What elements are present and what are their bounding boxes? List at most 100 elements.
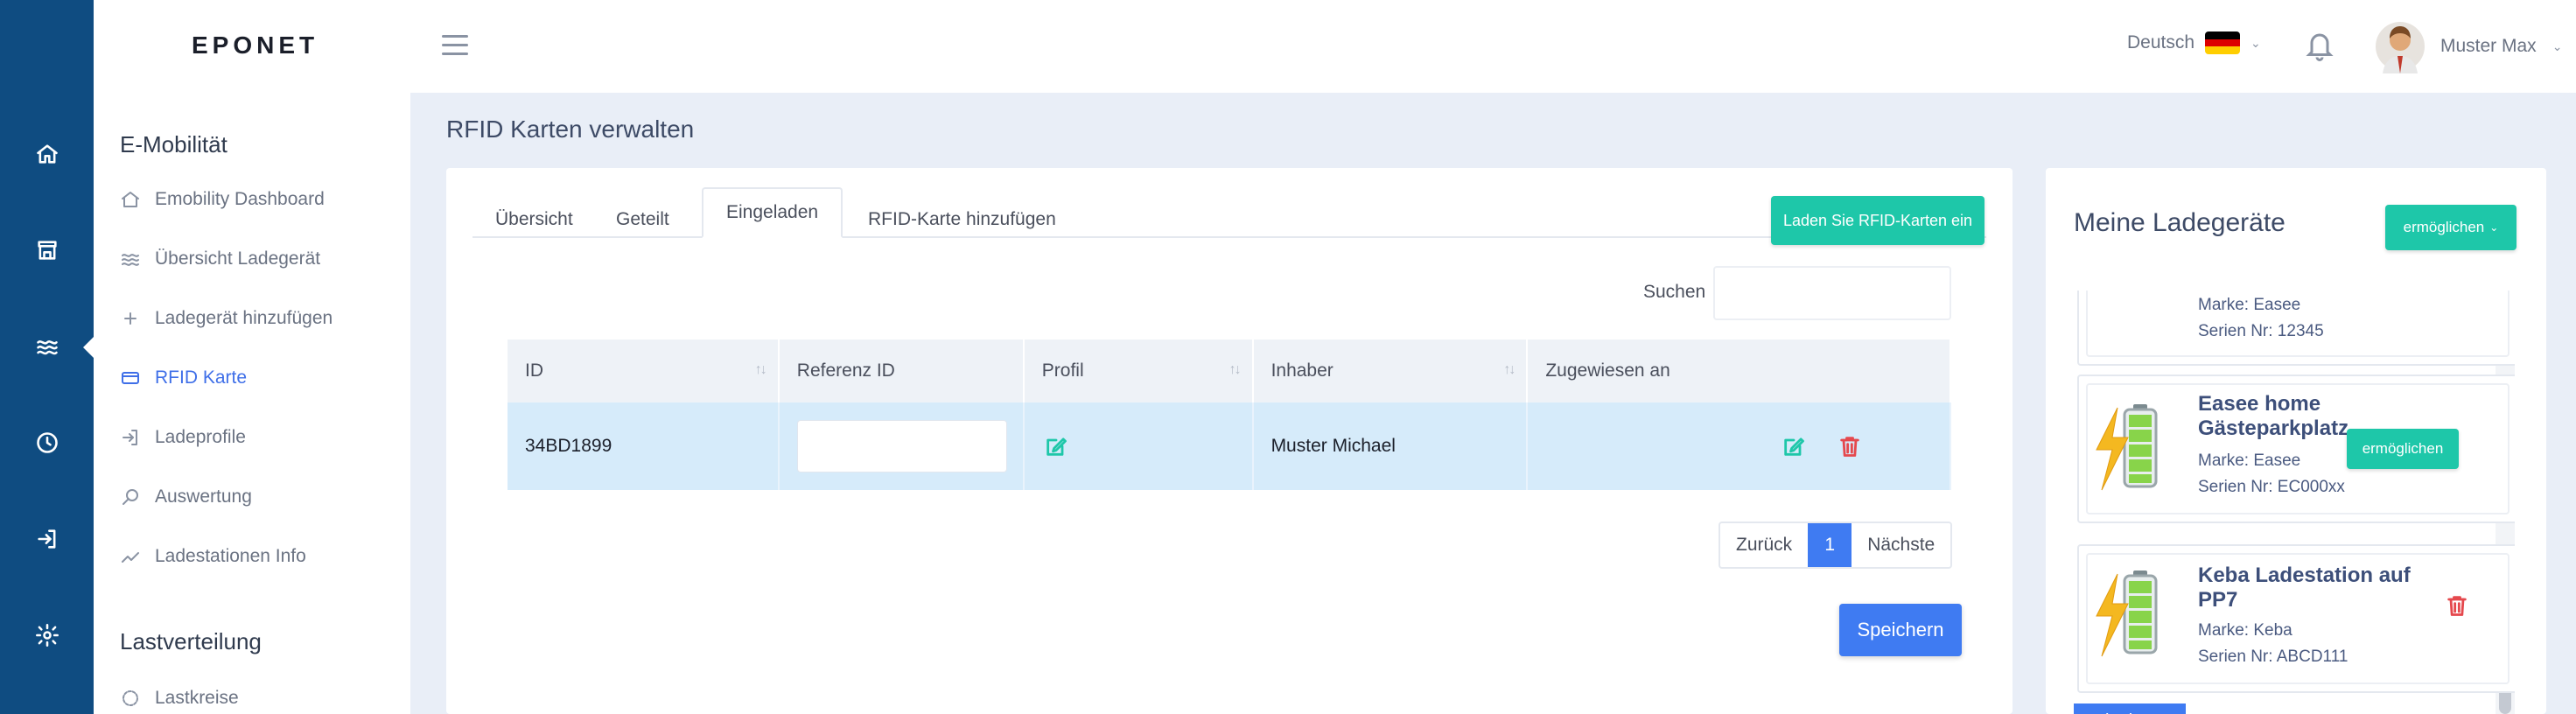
column-header-owner[interactable]: Inhaber ↑↓ [1252, 340, 1529, 402]
charger-serial: Serien Nr: EC000xx [2198, 478, 2345, 496]
settings-icon[interactable] [0, 609, 94, 662]
enable-dropdown-button[interactable]: ermöglichen ⌄ [2385, 205, 2516, 250]
brand-logo[interactable]: EPONET [192, 32, 318, 60]
charger-name: Keba Ladestation auf PP7 [2198, 564, 2411, 612]
column-header-assigned-to: Zugewiesen an [1527, 340, 1951, 402]
charger-card[interactable]: Easee home Gästeparkplatz Marke: Easee S… [2077, 374, 2515, 523]
rfid-table: ID ↑↓ Referenz ID Profil ↑↓ Inhaber ↑↓ Zuge… [508, 340, 1951, 490]
chart-line-icon [122, 552, 139, 563]
waves-icon[interactable] [0, 320, 94, 373]
search-input[interactable] [1713, 266, 1951, 320]
sidebar-item-add-charger[interactable]: Ladegerät hinzufügen [120, 301, 332, 336]
charger-serial: Serien Nr: 12345 [2198, 322, 2324, 340]
table-row: 34BD1899 Muster Michael [508, 402, 1951, 490]
trash-icon[interactable] [1836, 432, 1864, 460]
clock-icon[interactable] [0, 416, 94, 469]
pagination-prev[interactable]: Zurück [1720, 523, 1808, 567]
top-bar: Deutsch ⌄ Muster Max ⌄ [410, 0, 2576, 93]
plus-icon [124, 312, 136, 325]
sort-icon[interactable]: ↑↓ [1503, 362, 1516, 378]
sidebar-item-charger-overview[interactable]: Übersicht Ladegerät [120, 242, 320, 276]
charger-serial: Serien Nr: ABCD111 [2198, 648, 2348, 666]
table-header-row: ID ↑↓ Referenz ID Profil ↑↓ Inhaber ↑↓ Zuge… [508, 340, 1951, 402]
sidebar-item-label: Ladegerät hinzufügen [155, 308, 333, 328]
waves-icon [122, 254, 139, 266]
pagination-next[interactable]: Nächste [1852, 523, 1950, 567]
sidebar-item-station-info[interactable]: Ladestationen Info [120, 539, 306, 574]
trash-icon[interactable] [2443, 592, 2471, 620]
section-title-emobility: E-Mobilität [120, 131, 228, 158]
sidebar: EPONET E-Mobilität Emobility Dashboard Ü… [94, 0, 410, 714]
bell-icon[interactable] [2304, 28, 2335, 63]
rfid-card-panel: Übersicht Geteilt Eingeladen RFID-Karte … [446, 168, 2012, 714]
sidebar-item-label: Emobility Dashboard [155, 189, 325, 209]
enable-charger-button[interactable]: ermöglichen [2347, 429, 2459, 469]
charger-brand: Marke: Keba [2198, 621, 2292, 640]
sort-icon[interactable]: ↑↓ [1229, 362, 1242, 378]
sidebar-item-label: RFID Karte [155, 368, 248, 388]
charger-card[interactable]: Keba Ladestation auf PP7 Marke: Keba Ser… [2077, 544, 2515, 693]
sidebar-item-load-circuits[interactable]: Lastkreise [120, 681, 239, 714]
page-title: RFID Karten verwalten [446, 116, 695, 143]
column-header-reference-id: Referenz ID [778, 340, 1025, 402]
battery-charging-icon [2096, 404, 2158, 491]
pagination-page-current[interactable]: 1 [1808, 523, 1852, 567]
cell-profile [1023, 402, 1254, 490]
sidebar-item-label: Übersicht Ladegerät [155, 248, 321, 269]
menu-toggle-icon[interactable] [442, 30, 468, 60]
edit-profile-icon[interactable] [1042, 432, 1070, 460]
tab-invited[interactable]: Eingeladen [702, 187, 844, 238]
column-header-profile[interactable]: Profil ↑↓ [1023, 340, 1254, 402]
chargers-panel-title: Meine Ladegeräte [2074, 208, 2286, 237]
column-header-id[interactable]: ID ↑↓ [508, 340, 780, 402]
save-button[interactable]: Speichern [1839, 604, 1962, 656]
tab-shared[interactable]: Geteilt [593, 194, 692, 245]
tab-bar: Übersicht Geteilt Eingeladen RFID-Karte … [472, 187, 1986, 238]
sort-icon[interactable]: ↑↓ [755, 362, 767, 378]
status-badge: Erlaubt [2074, 704, 2186, 714]
circle-icon [122, 690, 138, 706]
chevron-down-icon: ⌄ [2489, 221, 2499, 234]
avatar [2376, 19, 2425, 74]
tab-add-rfid-card[interactable]: RFID-Karte hinzufügen [845, 194, 1079, 245]
sidebar-item-evaluation[interactable]: Auswertung [120, 480, 252, 514]
tab-overview[interactable]: Übersicht [472, 194, 596, 245]
icon-rail [0, 0, 95, 714]
cell-reference-id [778, 402, 1025, 490]
charger-card[interactable]: Marke: Easee Serien Nr: 12345 [2077, 290, 2515, 366]
user-menu[interactable]: Muster Max ⌄ [2376, 19, 2562, 74]
cell-assigned-to [1527, 402, 1951, 490]
edit-icon[interactable] [1780, 432, 1808, 460]
login-icon[interactable] [0, 513, 94, 565]
sidebar-item-rfid-card[interactable]: RFID Karte [120, 360, 247, 396]
section-title-load-distribution: Lastverteilung [120, 628, 262, 654]
card-icon [122, 372, 139, 384]
home-icon[interactable] [0, 128, 94, 180]
load-rfid-cards-button[interactable]: Laden Sie RFID-Karten ein [1771, 196, 1984, 245]
cell-id: 34BD1899 [508, 402, 780, 490]
cell-owner: Muster Michael [1252, 402, 1529, 490]
user-name: Muster Max [2440, 36, 2537, 56]
pagination: Zurück 1 Nächste [1718, 522, 1953, 569]
login-icon [122, 430, 137, 445]
sidebar-item-charge-profiles[interactable]: Ladeprofile [120, 420, 246, 455]
search-icon [122, 489, 138, 505]
search-label: Suchen [1643, 282, 1706, 302]
language-label: Deutsch [2127, 32, 2195, 52]
chargers-panel: Meine Ladegeräte ermöglichen ⌄ Marke: Ea… [2046, 168, 2546, 714]
language-selector[interactable]: Deutsch ⌄ [2127, 32, 2261, 54]
reference-id-input[interactable] [796, 420, 1007, 472]
battery-charging-icon [2096, 570, 2158, 657]
german-flag-icon [2205, 32, 2241, 54]
chevron-down-icon: ⌄ [2250, 35, 2261, 50]
sidebar-item-dashboard[interactable]: Emobility Dashboard [120, 182, 325, 217]
charger-list: Marke: Easee Serien Nr: 12345 Easee home… [2077, 290, 2515, 714]
chevron-down-icon: ⌄ [2552, 38, 2563, 53]
store-icon[interactable] [0, 224, 94, 276]
charger-brand: Marke: Easee [2198, 296, 2301, 314]
sidebar-item-label: Lastkreise [155, 688, 239, 708]
sidebar-item-label: Ladestationen Info [155, 546, 306, 566]
sidebar-item-label: Ladeprofile [155, 427, 246, 447]
charger-brand: Marke: Easee [2198, 452, 2301, 470]
home-icon [122, 192, 139, 207]
